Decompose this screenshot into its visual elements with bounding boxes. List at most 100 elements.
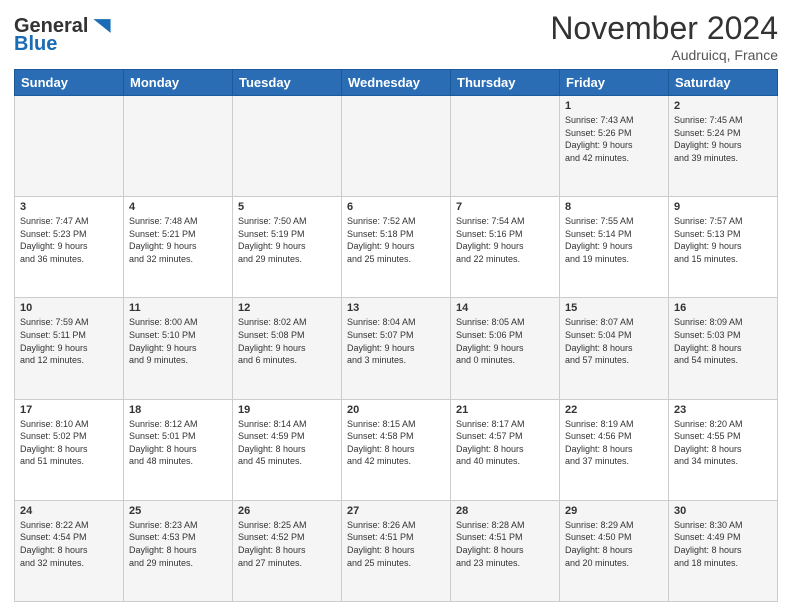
day-info: Sunrise: 8:09 AM Sunset: 5:03 PM Dayligh…	[674, 316, 772, 366]
day-number: 3	[20, 201, 118, 213]
day-number: 2	[674, 100, 772, 112]
day-info: Sunrise: 7:48 AM Sunset: 5:21 PM Dayligh…	[129, 215, 227, 265]
day-number: 14	[456, 302, 554, 314]
week-row-4: 17 Sunrise: 8:10 AM Sunset: 5:02 PM Dayli…	[15, 399, 778, 500]
calendar-day: 5 Sunrise: 7:50 AM Sunset: 5:19 PM Daylig…	[233, 197, 342, 298]
day-number: 23	[674, 404, 772, 416]
day-info: Sunrise: 7:47 AM Sunset: 5:23 PM Dayligh…	[20, 215, 118, 265]
day-number: 9	[674, 201, 772, 213]
week-row-2: 3 Sunrise: 7:47 AM Sunset: 5:23 PM Daylig…	[15, 197, 778, 298]
calendar-day: 24 Sunrise: 8:22 AM Sunset: 4:54 PM Dayli…	[15, 500, 124, 601]
calendar-day: 4 Sunrise: 7:48 AM Sunset: 5:21 PM Daylig…	[124, 197, 233, 298]
day-number: 1	[565, 100, 663, 112]
calendar-day: 21Sunrise: 8:17 AM Sunset: 4:57 PM Dayli…	[451, 399, 560, 500]
calendar-day: 11 Sunrise: 8:00 AM Sunset: 5:10 PM Dayli…	[124, 298, 233, 399]
calendar-day: 19Sunrise: 8:14 AM Sunset: 4:59 PM Dayli…	[233, 399, 342, 500]
header-tuesday: Tuesday	[233, 70, 342, 96]
calendar-day: 26 Sunrise: 8:25 AM Sunset: 4:52 PM Dayli…	[233, 500, 342, 601]
day-number: 28	[456, 505, 554, 517]
location: Audruicq, France	[550, 47, 778, 63]
day-number: 7	[456, 201, 554, 213]
calendar-day: 15 Sunrise: 8:07 AM Sunset: 5:04 PM Dayli…	[560, 298, 669, 399]
day-info: Sunrise: 8:12 AM Sunset: 5:01 PM Dayligh…	[129, 418, 227, 468]
logo-icon	[90, 14, 114, 38]
calendar-day: 9Sunrise: 7:57 AM Sunset: 5:13 PM Daylig…	[669, 197, 778, 298]
day-info: Sunrise: 8:00 AM Sunset: 5:10 PM Dayligh…	[129, 316, 227, 366]
calendar-day: 20 Sunrise: 8:15 AM Sunset: 4:58 PM Dayli…	[342, 399, 451, 500]
day-info: Sunrise: 7:59 AM Sunset: 5:11 PM Dayligh…	[20, 316, 118, 366]
calendar-day: 27Sunrise: 8:26 AM Sunset: 4:51 PM Dayli…	[342, 500, 451, 601]
calendar-day: 18Sunrise: 8:12 AM Sunset: 5:01 PM Dayli…	[124, 399, 233, 500]
page: General Blue November 2024 Audruicq, Fra…	[0, 0, 792, 612]
day-number: 6	[347, 201, 445, 213]
calendar-day: 2 Sunrise: 7:45 AM Sunset: 5:24 PM Daylig…	[669, 96, 778, 197]
day-number: 22	[565, 404, 663, 416]
day-info: Sunrise: 8:15 AM Sunset: 4:58 PM Dayligh…	[347, 418, 445, 468]
day-info: Sunrise: 8:23 AM Sunset: 4:53 PM Dayligh…	[129, 519, 227, 569]
day-number: 12	[238, 302, 336, 314]
day-info: Sunrise: 8:29 AM Sunset: 4:50 PM Dayligh…	[565, 519, 663, 569]
calendar-day: 1Sunrise: 7:43 AM Sunset: 5:26 PM Daylig…	[560, 96, 669, 197]
calendar-day: 25 Sunrise: 8:23 AM Sunset: 4:53 PM Dayli…	[124, 500, 233, 601]
day-number: 26	[238, 505, 336, 517]
calendar-day: 30Sunrise: 8:30 AM Sunset: 4:49 PM Dayli…	[669, 500, 778, 601]
day-number: 10	[20, 302, 118, 314]
calendar-day	[15, 96, 124, 197]
calendar-day: 16 Sunrise: 8:09 AM Sunset: 5:03 PM Dayli…	[669, 298, 778, 399]
calendar-day: 3 Sunrise: 7:47 AM Sunset: 5:23 PM Daylig…	[15, 197, 124, 298]
header: General Blue November 2024 Audruicq, Fra…	[14, 10, 778, 63]
calendar-day: 29 Sunrise: 8:29 AM Sunset: 4:50 PM Dayli…	[560, 500, 669, 601]
day-number: 25	[129, 505, 227, 517]
day-number: 5	[238, 201, 336, 213]
header-sunday: Sunday	[15, 70, 124, 96]
calendar-day: 13 Sunrise: 8:04 AM Sunset: 5:07 PM Dayli…	[342, 298, 451, 399]
day-info: Sunrise: 7:55 AM Sunset: 5:14 PM Dayligh…	[565, 215, 663, 265]
day-info: Sunrise: 8:26 AM Sunset: 4:51 PM Dayligh…	[347, 519, 445, 569]
calendar-day	[124, 96, 233, 197]
day-number: 8	[565, 201, 663, 213]
day-number: 29	[565, 505, 663, 517]
day-number: 13	[347, 302, 445, 314]
week-row-1: 1Sunrise: 7:43 AM Sunset: 5:26 PM Daylig…	[15, 96, 778, 197]
day-info: Sunrise: 8:20 AM Sunset: 4:55 PM Dayligh…	[674, 418, 772, 468]
day-number: 20	[347, 404, 445, 416]
day-number: 24	[20, 505, 118, 517]
day-info: Sunrise: 8:10 AM Sunset: 5:02 PM Dayligh…	[20, 418, 118, 468]
logo-blue: Blue	[14, 33, 57, 55]
day-info: Sunrise: 7:50 AM Sunset: 5:19 PM Dayligh…	[238, 215, 336, 265]
day-info: Sunrise: 8:17 AM Sunset: 4:57 PM Dayligh…	[456, 418, 554, 468]
calendar-day: 6 Sunrise: 7:52 AM Sunset: 5:18 PM Daylig…	[342, 197, 451, 298]
calendar-day	[451, 96, 560, 197]
day-info: Sunrise: 7:45 AM Sunset: 5:24 PM Dayligh…	[674, 114, 772, 164]
day-info: Sunrise: 7:52 AM Sunset: 5:18 PM Dayligh…	[347, 215, 445, 265]
day-info: Sunrise: 7:54 AM Sunset: 5:16 PM Dayligh…	[456, 215, 554, 265]
header-saturday: Saturday	[669, 70, 778, 96]
calendar-day: 8 Sunrise: 7:55 AM Sunset: 5:14 PM Daylig…	[560, 197, 669, 298]
header-wednesday: Wednesday	[342, 70, 451, 96]
logo: General Blue	[14, 14, 114, 55]
day-number: 16	[674, 302, 772, 314]
day-info: Sunrise: 8:05 AM Sunset: 5:06 PM Dayligh…	[456, 316, 554, 366]
day-info: Sunrise: 8:14 AM Sunset: 4:59 PM Dayligh…	[238, 418, 336, 468]
calendar-day: 28 Sunrise: 8:28 AM Sunset: 4:51 PM Dayli…	[451, 500, 560, 601]
day-number: 11	[129, 302, 227, 314]
calendar-day	[233, 96, 342, 197]
day-info: Sunrise: 8:25 AM Sunset: 4:52 PM Dayligh…	[238, 519, 336, 569]
weekday-header-row: Sunday Monday Tuesday Wednesday Thursday…	[15, 70, 778, 96]
header-friday: Friday	[560, 70, 669, 96]
day-info: Sunrise: 8:28 AM Sunset: 4:51 PM Dayligh…	[456, 519, 554, 569]
title-block: November 2024 Audruicq, France	[550, 10, 778, 63]
day-info: Sunrise: 8:22 AM Sunset: 4:54 PM Dayligh…	[20, 519, 118, 569]
calendar-day	[342, 96, 451, 197]
day-info: Sunrise: 8:07 AM Sunset: 5:04 PM Dayligh…	[565, 316, 663, 366]
day-number: 4	[129, 201, 227, 213]
week-row-3: 10 Sunrise: 7:59 AM Sunset: 5:11 PM Dayli…	[15, 298, 778, 399]
day-info: Sunrise: 8:04 AM Sunset: 5:07 PM Dayligh…	[347, 316, 445, 366]
calendar-day: 14 Sunrise: 8:05 AM Sunset: 5:06 PM Dayli…	[451, 298, 560, 399]
calendar-day: 12Sunrise: 8:02 AM Sunset: 5:08 PM Dayli…	[233, 298, 342, 399]
day-number: 17	[20, 404, 118, 416]
header-monday: Monday	[124, 70, 233, 96]
calendar-day: 17 Sunrise: 8:10 AM Sunset: 5:02 PM Dayli…	[15, 399, 124, 500]
month-title: November 2024	[550, 10, 778, 47]
day-number: 15	[565, 302, 663, 314]
